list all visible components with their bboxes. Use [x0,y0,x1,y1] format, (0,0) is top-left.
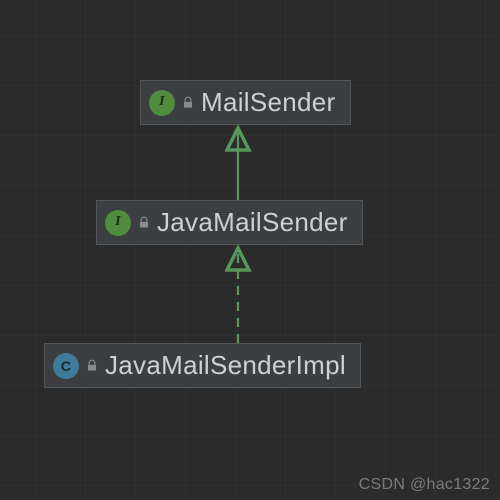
watermark: CSDN @hac1322 [359,476,490,494]
node-label: MailSender [201,87,336,118]
node-mailsender[interactable]: I MailSender [140,80,351,125]
node-javamailsender[interactable]: I JavaMailSender [96,200,363,245]
diagram-canvas[interactable]: I MailSender I JavaMailSender C JavaMail… [0,0,500,500]
interface-icon: I [149,90,175,116]
class-icon: C [53,353,79,379]
lock-icon [85,359,99,373]
node-javamailsenderimpl[interactable]: C JavaMailSenderImpl [44,343,361,388]
lock-icon [181,96,195,110]
interface-icon: I [105,210,131,236]
lock-icon [137,216,151,230]
node-label: JavaMailSender [157,207,348,238]
node-label: JavaMailSenderImpl [105,350,346,381]
